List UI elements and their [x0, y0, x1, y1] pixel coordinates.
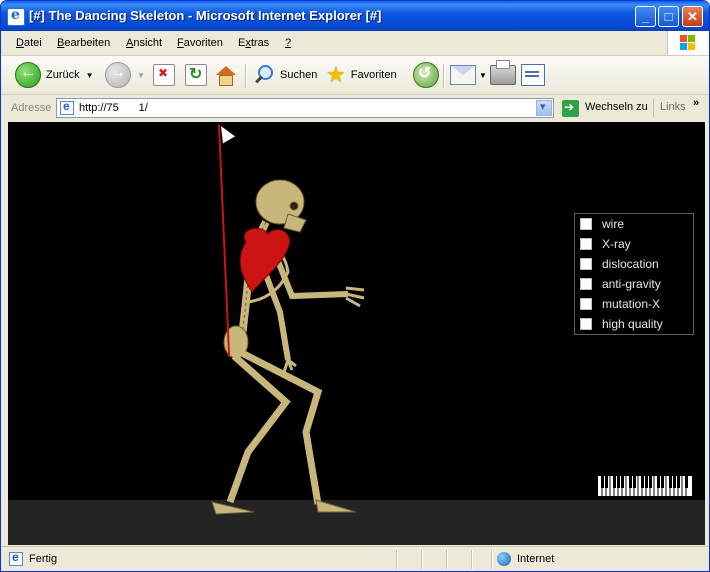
page-content[interactable]: wire X-ray dislocation anti-gravity muta… — [8, 122, 705, 545]
forward-arrow-icon — [105, 62, 131, 88]
print-button[interactable] — [490, 60, 516, 89]
title-bar[interactable]: [#] The Dancing Skeleton - Microsoft Int… — [1, 1, 709, 31]
status-divider — [446, 550, 448, 569]
refresh-button[interactable] — [185, 61, 207, 89]
checkbox[interactable] — [580, 318, 592, 330]
back-foot — [211, 501, 255, 515]
option-high-quality[interactable]: high quality — [580, 315, 663, 333]
option-x-ray[interactable]: X-ray — [580, 235, 631, 253]
option-dislocation[interactable]: dislocation — [580, 255, 659, 273]
toolbar-separator — [443, 64, 445, 88]
back-hand — [282, 358, 297, 373]
menu-bar: Datei Bearbeiten Ansicht Favoriten Extra… — [1, 31, 709, 56]
jaw — [283, 213, 307, 233]
search-button[interactable]: Suchen — [253, 61, 317, 89]
printer-icon — [490, 60, 516, 85]
standard-toolbar: Zurück ▼ ▼ Suchen ★ Favoriten — [1, 56, 709, 95]
go-arrow-icon[interactable] — [562, 100, 579, 117]
go-button[interactable]: Wechseln zu — [585, 101, 648, 113]
checkbox[interactable] — [580, 218, 592, 230]
close-button[interactable]: ✕ — [682, 6, 703, 27]
option-label: high quality — [602, 317, 663, 331]
checkbox[interactable] — [580, 258, 592, 270]
status-divider — [421, 550, 423, 569]
piano-keyboard-icon[interactable] — [598, 476, 692, 496]
star-icon: ★ — [326, 62, 346, 87]
history-button[interactable] — [413, 61, 439, 89]
back-dropdown-icon[interactable]: ▼ — [86, 71, 94, 80]
status-divider — [491, 550, 493, 569]
option-label: anti-gravity — [602, 277, 661, 291]
address-label: Adresse — [11, 102, 52, 114]
menu-help[interactable]: ? — [285, 37, 291, 49]
forward-button[interactable]: ▼ — [105, 61, 145, 89]
front-foot — [315, 499, 357, 513]
maximize-button[interactable]: □ — [658, 6, 679, 27]
windows-logo — [667, 31, 709, 55]
mail-icon — [450, 65, 476, 85]
menu-bearbeiten[interactable]: Bearbeiten — [57, 37, 110, 49]
favorites-button[interactable]: ★ Favoriten — [326, 61, 397, 89]
home-icon — [215, 65, 236, 86]
page-icon — [60, 99, 74, 115]
status-bar: Fertig Internet — [1, 546, 709, 571]
status-divider — [396, 550, 398, 569]
option-label: mutation-X — [602, 297, 661, 311]
mail-button[interactable]: ▼ — [450, 61, 487, 89]
menu-datei[interactable]: Datei — [16, 37, 42, 49]
window-title: [#] The Dancing Skeleton - Microsoft Int… — [29, 8, 382, 23]
toolbar-separator — [245, 64, 247, 88]
back-arrow-icon — [15, 62, 41, 88]
links-label[interactable]: Links — [660, 101, 686, 113]
back-button[interactable]: Zurück ▼ — [15, 61, 94, 89]
menu-ansicht[interactable]: Ansicht — [126, 37, 162, 49]
stop-icon — [153, 64, 175, 86]
option-label: wire — [602, 217, 625, 231]
links-chevron-icon[interactable]: » — [693, 97, 699, 109]
home-button[interactable] — [215, 61, 236, 89]
option-label: X-ray — [602, 237, 631, 251]
checkbox[interactable] — [580, 238, 592, 250]
address-bar: Adresse http://75 1/ Wechseln zu Links » — [1, 95, 709, 121]
favorites-label: Favoriten — [350, 69, 397, 81]
internet-globe-icon — [497, 552, 511, 566]
address-url[interactable]: http://75 1/ — [79, 102, 148, 114]
windows-flag-icon — [680, 35, 696, 51]
forward-dropdown-icon[interactable]: ▼ — [137, 71, 145, 80]
dancing-skeleton — [211, 179, 365, 515]
status-divider — [471, 550, 473, 569]
stop-button[interactable] — [153, 61, 175, 89]
status-text: Fertig — [29, 553, 58, 565]
menu-favoriten[interactable]: Favoriten — [177, 37, 223, 49]
options-panel: wire X-ray dislocation anti-gravity muta… — [574, 213, 694, 335]
eye-socket — [289, 201, 299, 211]
page-done-icon — [9, 550, 23, 566]
option-anti-gravity[interactable]: anti-gravity — [580, 275, 661, 293]
checkbox[interactable] — [580, 278, 592, 290]
back-leg — [226, 353, 291, 504]
search-label: Suchen — [280, 69, 318, 81]
address-input[interactable]: http://75 1/ — [56, 98, 554, 118]
ie-icon — [7, 7, 25, 26]
minimize-button[interactable]: _ — [635, 6, 656, 27]
history-icon — [413, 62, 439, 88]
menu-extras[interactable]: Extras — [238, 37, 269, 49]
option-mutation-x[interactable]: mutation-X — [580, 295, 660, 313]
edit-page-icon — [521, 64, 545, 86]
option-wire[interactable]: wire — [580, 215, 624, 233]
edit-button[interactable] — [521, 61, 545, 89]
refresh-icon — [185, 64, 207, 86]
back-label: Zurück — [46, 69, 80, 81]
mail-dropdown-icon[interactable]: ▼ — [479, 71, 487, 80]
links-separator — [653, 99, 654, 117]
front-hand — [345, 286, 365, 308]
address-dropdown-icon[interactable] — [536, 100, 552, 116]
zone-text: Internet — [517, 553, 555, 565]
browser-window: [#] The Dancing Skeleton - Microsoft Int… — [0, 0, 710, 572]
checkbox[interactable] — [580, 298, 592, 310]
option-label: dislocation — [602, 257, 659, 271]
search-icon — [253, 64, 275, 86]
